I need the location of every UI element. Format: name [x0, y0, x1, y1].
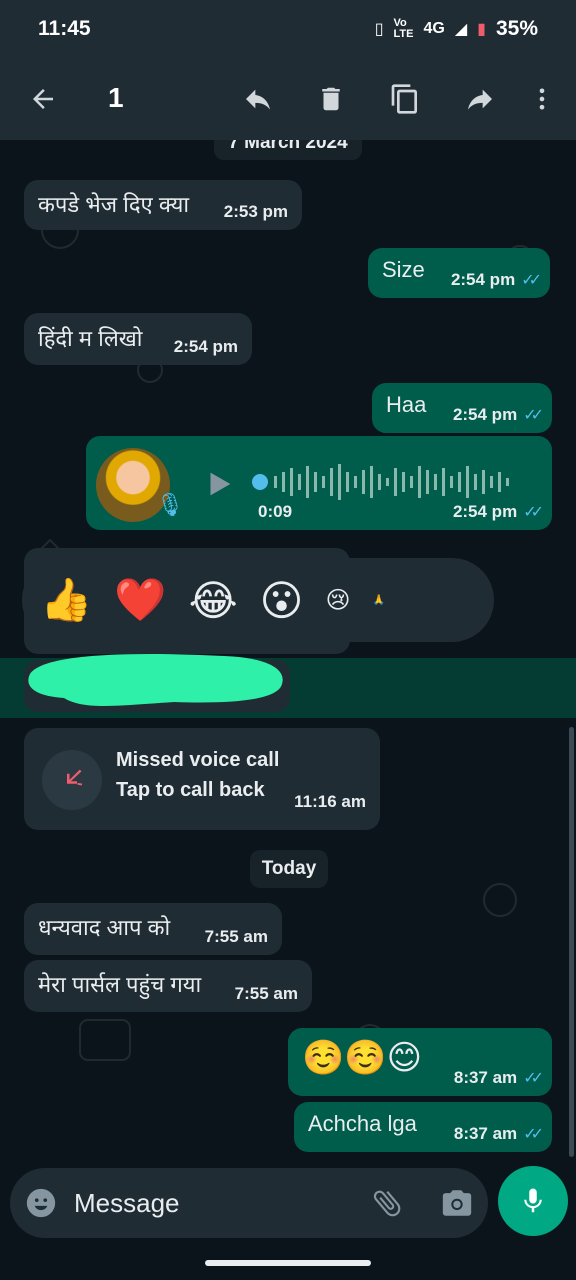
back-arrow-icon[interactable]: [18, 74, 68, 124]
chat-area[interactable]: 7 March 2024 कपडे भेज दिए क्या 2:53 pm S…: [0, 140, 576, 1160]
microphone-icon: [524, 1188, 542, 1213]
system-nav-bar: [0, 1250, 576, 1280]
message-time: 7:55 am: [204, 927, 268, 946]
message-meta: 7:55 am: [205, 927, 268, 947]
copy-icon[interactable]: [380, 74, 430, 124]
double-check-icon: ✓✓: [523, 1070, 544, 1087]
message-incoming[interactable]: धन्यवाद आप को 7:55 am: [24, 903, 282, 955]
selected-count: 1: [108, 82, 124, 113]
message-text: हिंदी म लिखो: [38, 326, 143, 351]
message-input-box[interactable]: Message: [10, 1168, 488, 1238]
message-time: 2:54 pm: [452, 502, 518, 521]
status-icons: ▯ Vo LTE 4G ◢ ▮ 35%: [375, 17, 538, 41]
signal-icon: ◢: [454, 21, 468, 38]
missed-call-card[interactable]: Missed voice call Tap to call back 11:16…: [24, 728, 380, 830]
battery-icon: ▮: [477, 21, 486, 38]
message-outgoing[interactable]: Achcha lga 8:37 am ✓✓: [294, 1102, 552, 1152]
missed-call-subtitle[interactable]: Tap to call back: [116, 779, 265, 802]
date-separator: Today: [250, 850, 328, 888]
reaction-laugh-icon[interactable]: 😂: [189, 576, 238, 625]
mic-icon: 🎙: [156, 492, 184, 517]
emoji-icon[interactable]: [24, 1186, 58, 1225]
date-label: Today: [261, 858, 317, 879]
double-check-icon: ✓✓: [523, 407, 544, 424]
message-input[interactable]: Message: [74, 1188, 180, 1219]
forward-icon[interactable]: [455, 74, 505, 124]
attach-icon[interactable]: [370, 1186, 404, 1225]
message-incoming[interactable]: हिंदी म लिखो 2:54 pm: [24, 313, 252, 365]
play-icon[interactable]: [202, 466, 236, 508]
message-outgoing[interactable]: Haa 2:54 pm ✓✓: [372, 383, 552, 433]
selection-toolbar: 1: [0, 58, 576, 140]
message-time: 2:54 pm: [173, 337, 238, 356]
message-time: 8:37 am: [453, 1124, 518, 1143]
status-time: 11:45: [38, 17, 91, 40]
composer: Message: [0, 1160, 576, 1250]
status-bar: 11:45 ▯ Vo LTE 4G ◢ ▮ 35%: [0, 0, 576, 58]
message-text: Achcha lga: [308, 1111, 417, 1136]
message-outgoing[interactable]: Size 2:54 pm ✓✓: [368, 248, 550, 298]
double-check-icon: ✓✓: [523, 504, 544, 521]
message-text: धन्यवाद आप को: [38, 915, 171, 940]
message-text: Haa: [386, 392, 427, 417]
date-separator: 7 March 2024: [214, 140, 362, 160]
missed-call-title: Missed voice call: [116, 749, 280, 771]
reaction-pray-icon[interactable]: 🙏: [373, 595, 385, 606]
message-meta: 2:54 pm: [174, 337, 238, 357]
message-meta: 2:54 pm ✓✓: [452, 405, 544, 425]
voice-record-button[interactable]: [498, 1166, 568, 1236]
waveform[interactable]: [250, 462, 530, 502]
home-gesture-handle[interactable]: [205, 1260, 371, 1266]
message-text: ☺️☺️😊: [302, 1039, 423, 1077]
reaction-wow-icon[interactable]: 😮: [260, 576, 304, 625]
vibrate-icon: ▯: [374, 21, 384, 38]
message-time: 11:16 am: [294, 792, 366, 811]
message-time: 2:53 pm: [223, 202, 288, 221]
message-meta: 7:55 am: [235, 984, 298, 1004]
scrollbar[interactable]: [569, 727, 574, 1157]
double-check-icon: ✓✓: [521, 272, 542, 289]
missed-call-icon: [42, 750, 102, 810]
message-time: 2:54 pm: [452, 405, 518, 424]
reaction-sad-icon[interactable]: 😢: [325, 586, 350, 615]
reaction-heart-icon[interactable]: ❤️: [114, 576, 166, 625]
message-meta: 2:54 pm ✓✓: [450, 270, 542, 290]
message-incoming[interactable]: कपडे भेज दिए क्या 2:53 pm: [24, 180, 302, 230]
message-time: 8:37 am: [453, 1068, 518, 1087]
battery-percent: 35%: [495, 17, 538, 40]
double-check-icon: ✓✓: [523, 1126, 544, 1143]
message-outgoing[interactable]: ☺️☺️😊 8:37 am ✓✓: [288, 1028, 552, 1096]
voice-message[interactable]: 🎙 0:09 2:54 pm ✓✓: [86, 436, 552, 530]
camera-icon[interactable]: [440, 1186, 474, 1225]
message-meta: 11:16 am: [294, 792, 366, 812]
voice-duration: 0:09: [258, 502, 293, 521]
message-time: 7:55 am: [234, 984, 298, 1003]
message-meta: 2:53 pm: [224, 202, 288, 222]
date-label: 7 March 2024: [228, 140, 348, 153]
network-label: 4G: [423, 20, 445, 37]
more-vertical-icon[interactable]: [517, 74, 567, 124]
message-text: मेरा पार्सल पहुंच गया: [38, 972, 202, 997]
message-text: कपडे भेज दिए क्या: [38, 192, 190, 217]
reaction-thumbs-up-icon[interactable]: 👍: [40, 576, 92, 625]
message-meta: 8:37 am ✓✓: [453, 1124, 544, 1144]
reaction-picker: 👍 ❤️ 😂 😮 😢 🙏: [22, 558, 494, 642]
message-time: 2:54 pm: [450, 270, 516, 289]
volte-label: Vo LTE: [393, 17, 414, 40]
message-incoming[interactable]: मेरा पार्सल पहुंच गया 7:55 am: [24, 960, 312, 1012]
redaction-mark: [28, 653, 283, 706]
message-meta: 8:37 am ✓✓: [453, 1068, 544, 1088]
delete-icon[interactable]: [306, 74, 356, 124]
message-text: Size: [382, 257, 425, 282]
reply-icon[interactable]: [233, 74, 283, 124]
message-meta: 2:54 pm ✓✓: [452, 502, 544, 522]
